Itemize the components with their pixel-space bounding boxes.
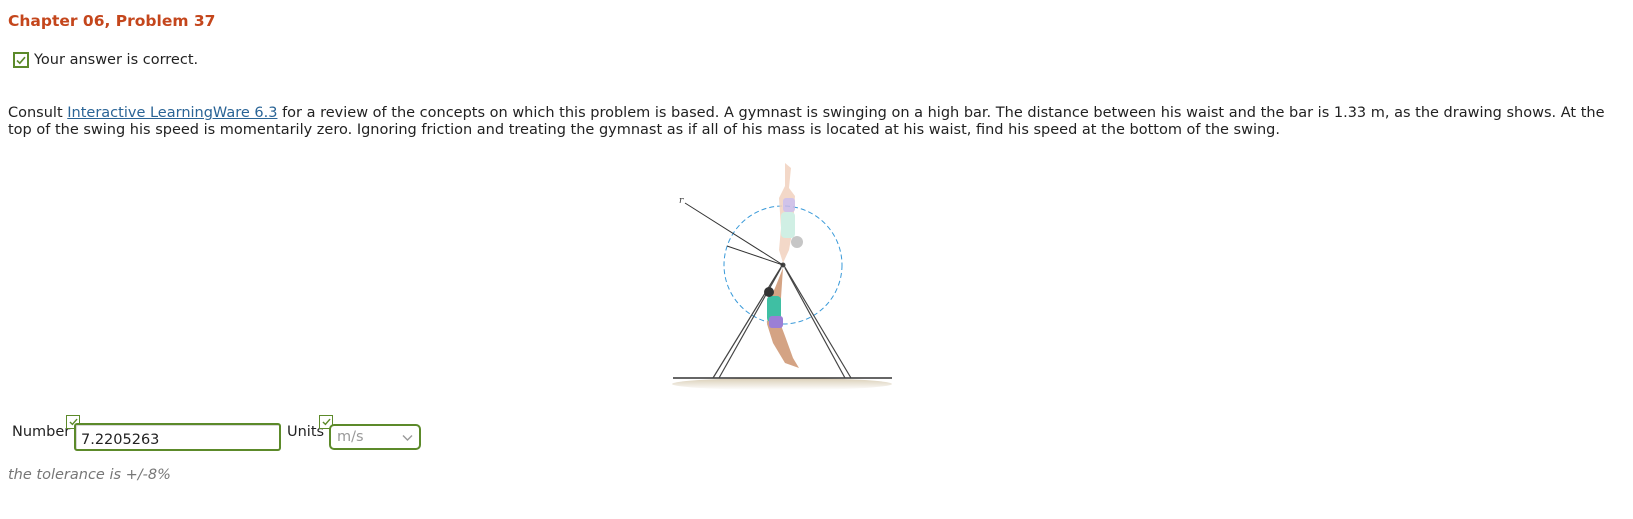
- number-input[interactable]: [74, 423, 281, 451]
- radius-line: [684, 202, 784, 266]
- problem-title: Chapter 06, Problem 37: [8, 12, 216, 30]
- radius-label: r: [679, 196, 684, 206]
- problem-statement: Consult Interactive LearningWare 6.3 for…: [8, 105, 1608, 139]
- units-select[interactable]: m/s: [329, 424, 421, 450]
- tolerance-text: the tolerance is +/-8%: [8, 467, 171, 483]
- checkmark-icon: [13, 52, 29, 68]
- interactive-learningware-link[interactable]: Interactive LearningWare 6.3: [67, 105, 277, 121]
- problem-text-intro: Consult: [8, 105, 68, 121]
- number-label: Number: [12, 424, 71, 440]
- chevron-down-icon: [402, 430, 413, 446]
- correct-status-text: Your answer is correct.: [34, 52, 199, 68]
- units-selected-value: m/s: [337, 429, 364, 445]
- gymnast-high-bar-figure: r: [665, 158, 900, 393]
- gymnast-top: [779, 163, 803, 263]
- correct-status: Your answer is correct.: [13, 52, 198, 68]
- ground-shadow: [672, 378, 892, 390]
